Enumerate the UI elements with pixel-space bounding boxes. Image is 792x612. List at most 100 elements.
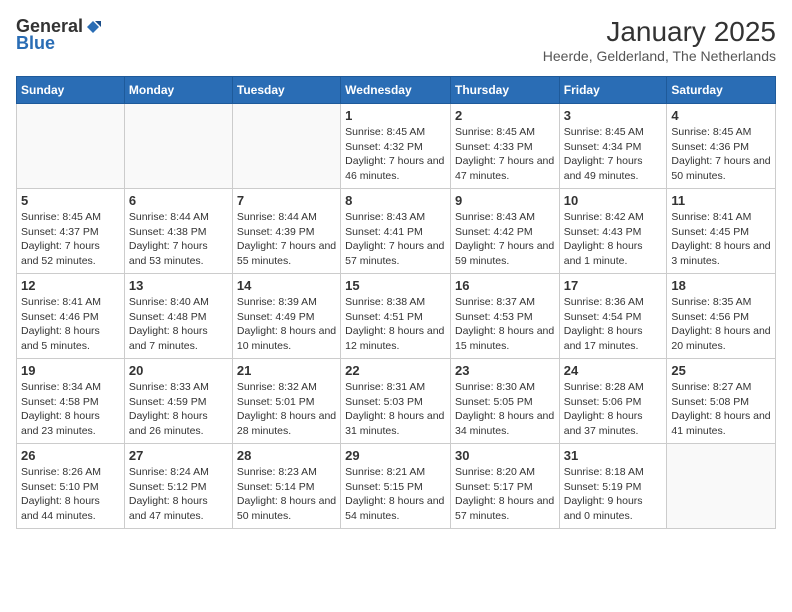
cell-day-number: 29 xyxy=(345,448,446,463)
logo-blue: Blue xyxy=(16,33,55,54)
cell-day-number: 18 xyxy=(671,278,771,293)
cell-day-number: 13 xyxy=(129,278,228,293)
week-row-5: 26Sunrise: 8:26 AM Sunset: 5:10 PM Dayli… xyxy=(17,444,776,529)
logo: General Blue xyxy=(16,16,101,54)
cell-info-text: Sunrise: 8:45 AM Sunset: 4:33 PM Dayligh… xyxy=(455,125,555,184)
cell-info-text: Sunrise: 8:44 AM Sunset: 4:39 PM Dayligh… xyxy=(237,210,336,269)
cell-info-text: Sunrise: 8:26 AM Sunset: 5:10 PM Dayligh… xyxy=(21,465,120,524)
calendar-cell xyxy=(124,104,232,189)
cell-day-number: 11 xyxy=(671,193,771,208)
calendar-cell: 17 Sunrise: 8:36 AM Sunset: 4:54 PM Dayli… xyxy=(559,274,667,359)
cell-day-number: 10 xyxy=(564,193,663,208)
cell-info-text: Sunrise: 8:45 AM Sunset: 4:36 PM Dayligh… xyxy=(671,125,771,184)
weekday-header-friday: Friday xyxy=(559,77,667,104)
cell-day-number: 7 xyxy=(237,193,336,208)
calendar-cell: 4 Sunrise: 8:45 AM Sunset: 4:36 PM Daylig… xyxy=(667,104,776,189)
cell-day-number: 15 xyxy=(345,278,446,293)
cell-day-number: 3 xyxy=(564,108,663,123)
calendar-header-row: SundayMondayTuesdayWednesdayThursdayFrid… xyxy=(17,77,776,104)
cell-day-number: 12 xyxy=(21,278,120,293)
calendar-cell: 18 Sunrise: 8:35 AM Sunset: 4:56 PM Dayli… xyxy=(667,274,776,359)
calendar-cell: 29 Sunrise: 8:21 AM Sunset: 5:15 PM Dayli… xyxy=(341,444,451,529)
calendar-table: SundayMondayTuesdayWednesdayThursdayFrid… xyxy=(16,76,776,529)
calendar-cell: 10 Sunrise: 8:42 AM Sunset: 4:43 PM Dayli… xyxy=(559,189,667,274)
cell-info-text: Sunrise: 8:24 AM Sunset: 5:12 PM Dayligh… xyxy=(129,465,228,524)
calendar-cell xyxy=(232,104,340,189)
cell-info-text: Sunrise: 8:33 AM Sunset: 4:59 PM Dayligh… xyxy=(129,380,228,439)
cell-day-number: 4 xyxy=(671,108,771,123)
cell-day-number: 1 xyxy=(345,108,446,123)
cell-day-number: 8 xyxy=(345,193,446,208)
weekday-header-wednesday: Wednesday xyxy=(341,77,451,104)
weekday-header-tuesday: Tuesday xyxy=(232,77,340,104)
cell-info-text: Sunrise: 8:31 AM Sunset: 5:03 PM Dayligh… xyxy=(345,380,446,439)
cell-day-number: 25 xyxy=(671,363,771,378)
calendar-cell: 13Sunrise: 8:40 AM Sunset: 4:48 PM Dayli… xyxy=(124,274,232,359)
cell-info-text: Sunrise: 8:20 AM Sunset: 5:17 PM Dayligh… xyxy=(455,465,555,524)
cell-day-number: 16 xyxy=(455,278,555,293)
cell-day-number: 5 xyxy=(21,193,120,208)
calendar-cell: 31 Sunrise: 8:18 AM Sunset: 5:19 PM Dayli… xyxy=(559,444,667,529)
cell-day-number: 27 xyxy=(129,448,228,463)
logo-icon xyxy=(85,19,101,35)
cell-day-number: 21 xyxy=(237,363,336,378)
calendar-cell: 6Sunrise: 8:44 AM Sunset: 4:38 PM Daylig… xyxy=(124,189,232,274)
cell-info-text: Sunrise: 8:42 AM Sunset: 4:43 PM Dayligh… xyxy=(564,210,663,269)
location-subtitle: Heerde, Gelderland, The Netherlands xyxy=(543,48,776,64)
cell-info-text: Sunrise: 8:45 AM Sunset: 4:37 PM Dayligh… xyxy=(21,210,120,269)
cell-day-number: 19 xyxy=(21,363,120,378)
cell-day-number: 24 xyxy=(564,363,663,378)
cell-info-text: Sunrise: 8:21 AM Sunset: 5:15 PM Dayligh… xyxy=(345,465,446,524)
calendar-cell: 2 Sunrise: 8:45 AM Sunset: 4:33 PM Daylig… xyxy=(450,104,559,189)
cell-info-text: Sunrise: 8:18 AM Sunset: 5:19 PM Dayligh… xyxy=(564,465,663,524)
cell-day-number: 17 xyxy=(564,278,663,293)
calendar-cell: 8 Sunrise: 8:43 AM Sunset: 4:41 PM Daylig… xyxy=(341,189,451,274)
weekday-header-saturday: Saturday xyxy=(667,77,776,104)
cell-info-text: Sunrise: 8:34 AM Sunset: 4:58 PM Dayligh… xyxy=(21,380,120,439)
calendar-cell xyxy=(17,104,125,189)
title-block: January 2025 Heerde, Gelderland, The Net… xyxy=(543,16,776,64)
cell-info-text: Sunrise: 8:30 AM Sunset: 5:05 PM Dayligh… xyxy=(455,380,555,439)
cell-info-text: Sunrise: 8:28 AM Sunset: 5:06 PM Dayligh… xyxy=(564,380,663,439)
calendar-cell: 28 Sunrise: 8:23 AM Sunset: 5:14 PM Dayli… xyxy=(232,444,340,529)
cell-day-number: 2 xyxy=(455,108,555,123)
calendar-cell: 7 Sunrise: 8:44 AM Sunset: 4:39 PM Daylig… xyxy=(232,189,340,274)
calendar-cell: 1 Sunrise: 8:45 AM Sunset: 4:32 PM Daylig… xyxy=(341,104,451,189)
calendar-cell: 27 Sunrise: 8:24 AM Sunset: 5:12 PM Dayli… xyxy=(124,444,232,529)
cell-info-text: Sunrise: 8:39 AM Sunset: 4:49 PM Dayligh… xyxy=(237,295,336,354)
calendar-cell: 25Sunrise: 8:27 AM Sunset: 5:08 PM Dayli… xyxy=(667,359,776,444)
cell-day-number: 14 xyxy=(237,278,336,293)
calendar-cell: 14 Sunrise: 8:39 AM Sunset: 4:49 PM Dayli… xyxy=(232,274,340,359)
cell-day-number: 28 xyxy=(237,448,336,463)
month-year-title: January 2025 xyxy=(543,16,776,48)
week-row-1: 1 Sunrise: 8:45 AM Sunset: 4:32 PM Daylig… xyxy=(17,104,776,189)
calendar-cell: 11 Sunrise: 8:41 AM Sunset: 4:45 PM Dayli… xyxy=(667,189,776,274)
calendar-cell: 12Sunrise: 8:41 AM Sunset: 4:46 PM Dayli… xyxy=(17,274,125,359)
cell-info-text: Sunrise: 8:45 AM Sunset: 4:32 PM Dayligh… xyxy=(345,125,446,184)
calendar-cell: 21 Sunrise: 8:32 AM Sunset: 5:01 PM Dayli… xyxy=(232,359,340,444)
cell-info-text: Sunrise: 8:43 AM Sunset: 4:42 PM Dayligh… xyxy=(455,210,555,269)
cell-info-text: Sunrise: 8:35 AM Sunset: 4:56 PM Dayligh… xyxy=(671,295,771,354)
cell-info-text: Sunrise: 8:37 AM Sunset: 4:53 PM Dayligh… xyxy=(455,295,555,354)
calendar-cell: 30 Sunrise: 8:20 AM Sunset: 5:17 PM Dayli… xyxy=(450,444,559,529)
calendar-cell: 19 Sunrise: 8:34 AM Sunset: 4:58 PM Dayli… xyxy=(17,359,125,444)
cell-info-text: Sunrise: 8:32 AM Sunset: 5:01 PM Dayligh… xyxy=(237,380,336,439)
cell-info-text: Sunrise: 8:43 AM Sunset: 4:41 PM Dayligh… xyxy=(345,210,446,269)
calendar-cell: 9 Sunrise: 8:43 AM Sunset: 4:42 PM Daylig… xyxy=(450,189,559,274)
cell-day-number: 30 xyxy=(455,448,555,463)
calendar-cell: 22Sunrise: 8:31 AM Sunset: 5:03 PM Dayli… xyxy=(341,359,451,444)
page-header: General Blue January 2025 Heerde, Gelder… xyxy=(16,16,776,64)
weekday-header-thursday: Thursday xyxy=(450,77,559,104)
calendar-cell: 26Sunrise: 8:26 AM Sunset: 5:10 PM Dayli… xyxy=(17,444,125,529)
cell-day-number: 31 xyxy=(564,448,663,463)
cell-info-text: Sunrise: 8:36 AM Sunset: 4:54 PM Dayligh… xyxy=(564,295,663,354)
cell-info-text: Sunrise: 8:23 AM Sunset: 5:14 PM Dayligh… xyxy=(237,465,336,524)
calendar-cell: 16 Sunrise: 8:37 AM Sunset: 4:53 PM Dayli… xyxy=(450,274,559,359)
cell-info-text: Sunrise: 8:38 AM Sunset: 4:51 PM Dayligh… xyxy=(345,295,446,354)
cell-day-number: 9 xyxy=(455,193,555,208)
week-row-2: 5 Sunrise: 8:45 AM Sunset: 4:37 PM Daylig… xyxy=(17,189,776,274)
cell-info-text: Sunrise: 8:41 AM Sunset: 4:45 PM Dayligh… xyxy=(671,210,771,269)
cell-info-text: Sunrise: 8:45 AM Sunset: 4:34 PM Dayligh… xyxy=(564,125,663,184)
calendar-cell: 5 Sunrise: 8:45 AM Sunset: 4:37 PM Daylig… xyxy=(17,189,125,274)
calendar-cell: 23Sunrise: 8:30 AM Sunset: 5:05 PM Dayli… xyxy=(450,359,559,444)
